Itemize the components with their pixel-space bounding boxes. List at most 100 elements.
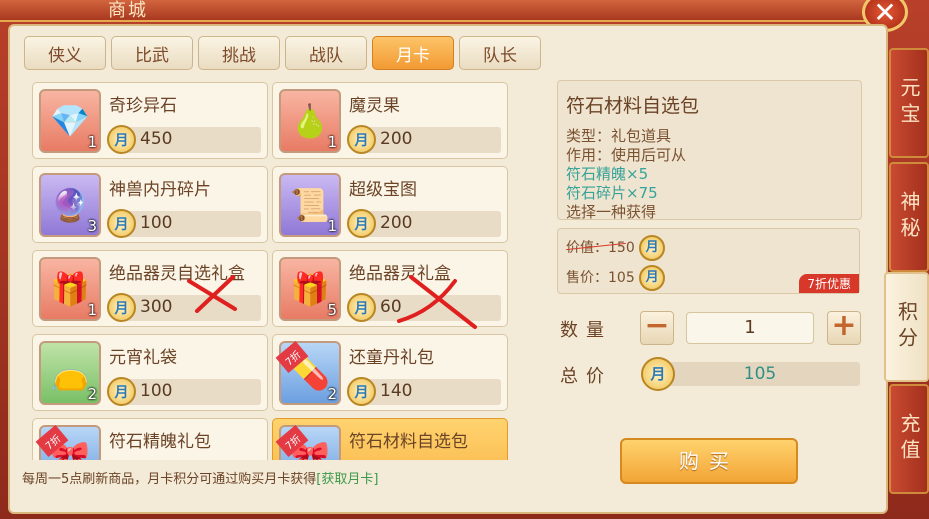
shop-item[interactable]: 🔮 3 神兽内丹碎片 月 100 bbox=[32, 166, 268, 243]
item-name: 元宵礼袋 bbox=[109, 348, 177, 368]
item-qty: 1 bbox=[87, 133, 97, 151]
shop-item[interactable]: 🎀 7折 符石精魄礼包 bbox=[32, 418, 268, 460]
side-tab-chongzhi[interactable]: 充值 bbox=[889, 384, 929, 494]
detail-more: 选择一种获得 bbox=[566, 203, 657, 220]
item-name: 魔灵果 bbox=[349, 96, 400, 116]
coin-icon: 月 bbox=[107, 293, 136, 322]
item-grid: 💎 1 奇珍异石 月 450 🍐 1 魔灵果 月 200 🔮 3 神兽内丹碎片 月 100 … bbox=[28, 82, 512, 460]
window-title: 商城 bbox=[108, 0, 148, 21]
item-price: 200 bbox=[380, 213, 413, 233]
item-price: 300 bbox=[140, 297, 173, 317]
detail-title: 符石材料自选包 bbox=[566, 95, 700, 117]
item-name: 符石材料自选包 bbox=[349, 432, 468, 452]
price-bar: 月 100 bbox=[107, 209, 261, 238]
shop-item[interactable]: 💎 1 奇珍异石 月 450 bbox=[32, 82, 268, 159]
item-qty: 5 bbox=[327, 301, 337, 319]
item-price: 60 bbox=[380, 297, 402, 317]
detail-content-2: 符石碎片×75 bbox=[566, 184, 658, 202]
tab-biwu[interactable]: 比武 bbox=[111, 36, 193, 70]
price-panel: 价值：150 月 售价：105 月 7折优惠 bbox=[557, 228, 860, 294]
tab-tiaozhan[interactable]: 挑战 bbox=[198, 36, 280, 70]
tab-yueka[interactable]: 月卡 bbox=[372, 36, 454, 70]
item-price: 450 bbox=[140, 129, 173, 149]
detail-content-1: 符石精魄×5 bbox=[566, 165, 649, 183]
buy-button[interactable]: 购买 bbox=[620, 438, 798, 484]
price-bar: 月 140 bbox=[347, 377, 501, 406]
minus-button[interactable]: − bbox=[640, 311, 674, 345]
price-bar: 月 300 bbox=[107, 293, 261, 322]
shop-item[interactable]: 🎁 5 绝品器灵礼盒 月 60 bbox=[272, 250, 508, 329]
item-name: 符石精魄礼包 bbox=[109, 432, 211, 452]
price-bar: 月 60 bbox=[347, 293, 501, 322]
item-name: 神兽内丹碎片 bbox=[109, 180, 211, 200]
coin-icon: 月 bbox=[639, 265, 666, 291]
detail-use: 作用：使用后可从 bbox=[566, 146, 687, 164]
item-qty: 1 bbox=[87, 301, 97, 319]
quantity-label: 数量 bbox=[560, 320, 612, 341]
item-qty: 1 bbox=[327, 133, 337, 151]
detail-description: 类型：礼包道具 作用：使用后可从 符石精魄×5 符石碎片×75 选择一种获得 bbox=[566, 127, 687, 220]
coin-icon: 月 bbox=[107, 125, 136, 154]
shop-item-selected[interactable]: 🎀 7折 符石材料自选包 bbox=[272, 418, 508, 460]
footer-note-text: 每周一5点刷新商品，月卡积分可通过购买月卡获得 bbox=[22, 472, 317, 487]
footer-note: 每周一5点刷新商品，月卡积分可通过购买月卡获得[获取月卡] bbox=[22, 468, 378, 487]
side-tab-shenmi[interactable]: 神秘 bbox=[889, 162, 929, 272]
sale-price-text: 售价：105 bbox=[566, 270, 635, 286]
coin-icon: 月 bbox=[107, 377, 136, 406]
fruit-icon: 🍐 1 bbox=[279, 89, 341, 153]
price-bar: 月 200 bbox=[347, 209, 501, 238]
quantity-input[interactable]: 1 bbox=[686, 312, 814, 344]
pill-pack-icon: 💊 7折 2 bbox=[275, 340, 341, 405]
shop-item[interactable]: 🍐 1 魔灵果 月 200 bbox=[272, 82, 508, 159]
sale-price: 售价：105 月 bbox=[566, 265, 666, 291]
shop-item[interactable]: 📜 1 超级宝图 月 200 bbox=[272, 166, 508, 243]
side-tab-jifen[interactable]: 积分 bbox=[884, 272, 929, 382]
item-price: 100 bbox=[140, 213, 173, 233]
total-label: 总价 bbox=[560, 366, 612, 387]
gift-bag-icon: 👝 2 bbox=[39, 341, 101, 405]
get-monthly-card-link[interactable]: [获取月卡] bbox=[316, 472, 378, 487]
price-bar: 月 200 bbox=[347, 125, 501, 154]
item-detail-panel: 符石材料自选包 类型：礼包道具 作用：使用后可从 符石精魄×5 符石碎片×75 … bbox=[557, 80, 862, 220]
coin-icon: 月 bbox=[107, 209, 136, 238]
original-price: 价值：150 月 bbox=[566, 235, 666, 261]
shop-item[interactable]: 👝 2 元宵礼袋 月 100 bbox=[32, 334, 268, 411]
item-name: 绝品器灵自选礼盒 bbox=[109, 264, 245, 284]
item-qty: 3 bbox=[87, 217, 97, 235]
coin-icon: 月 bbox=[639, 235, 666, 261]
tab-zhandui[interactable]: 战队 bbox=[285, 36, 367, 70]
detail-type: 类型：礼包道具 bbox=[566, 127, 672, 145]
rune-pack-icon: 🎀 7折 bbox=[275, 424, 341, 460]
price-bar: 月 450 bbox=[107, 125, 261, 154]
coin-icon: 月 bbox=[347, 293, 376, 322]
treasure-map-icon: 📜 1 bbox=[279, 173, 341, 237]
discount-tag: 7折优惠 bbox=[799, 274, 859, 293]
crystal-icon: 💎 1 bbox=[39, 89, 101, 153]
item-qty: 2 bbox=[87, 385, 97, 403]
category-tabs: 侠义 比武 挑战 战队 月卡 队长 bbox=[24, 36, 541, 70]
plus-button[interactable]: + bbox=[827, 311, 861, 345]
gift-box-icon: 🎁 1 bbox=[39, 257, 101, 321]
tab-duizhang[interactable]: 队长 bbox=[459, 36, 541, 70]
discount-badge: 7折 bbox=[35, 424, 69, 458]
item-name: 超级宝图 bbox=[349, 180, 417, 200]
item-price: 200 bbox=[380, 129, 413, 149]
shop-item[interactable]: 🎁 1 绝品器灵自选礼盒 月 300 bbox=[32, 250, 268, 327]
item-price: 100 bbox=[140, 381, 173, 401]
gift-box-icon: 🎁 5 bbox=[279, 257, 341, 321]
shop-item[interactable]: 💊 7折 2 还童丹礼包 月 140 bbox=[272, 334, 508, 411]
item-name: 奇珍异石 bbox=[109, 96, 177, 116]
tab-xiayi[interactable]: 侠义 bbox=[24, 36, 106, 70]
discount-badge: 7折 bbox=[275, 340, 309, 374]
item-name: 绝品器灵礼盒 bbox=[349, 264, 451, 284]
beast-fragment-icon: 🔮 3 bbox=[39, 173, 101, 237]
price-bar: 月 100 bbox=[107, 377, 261, 406]
total-price: 105 bbox=[660, 362, 860, 386]
coin-icon: 月 bbox=[347, 377, 376, 406]
side-tab-yuanbao[interactable]: 元宝 bbox=[889, 48, 929, 158]
item-price: 140 bbox=[380, 381, 413, 401]
coin-icon: 月 bbox=[641, 357, 675, 391]
title-bar: 商城 bbox=[0, 0, 890, 22]
item-name: 还童丹礼包 bbox=[349, 348, 434, 368]
rune-pack-icon: 🎀 7折 bbox=[35, 424, 101, 460]
